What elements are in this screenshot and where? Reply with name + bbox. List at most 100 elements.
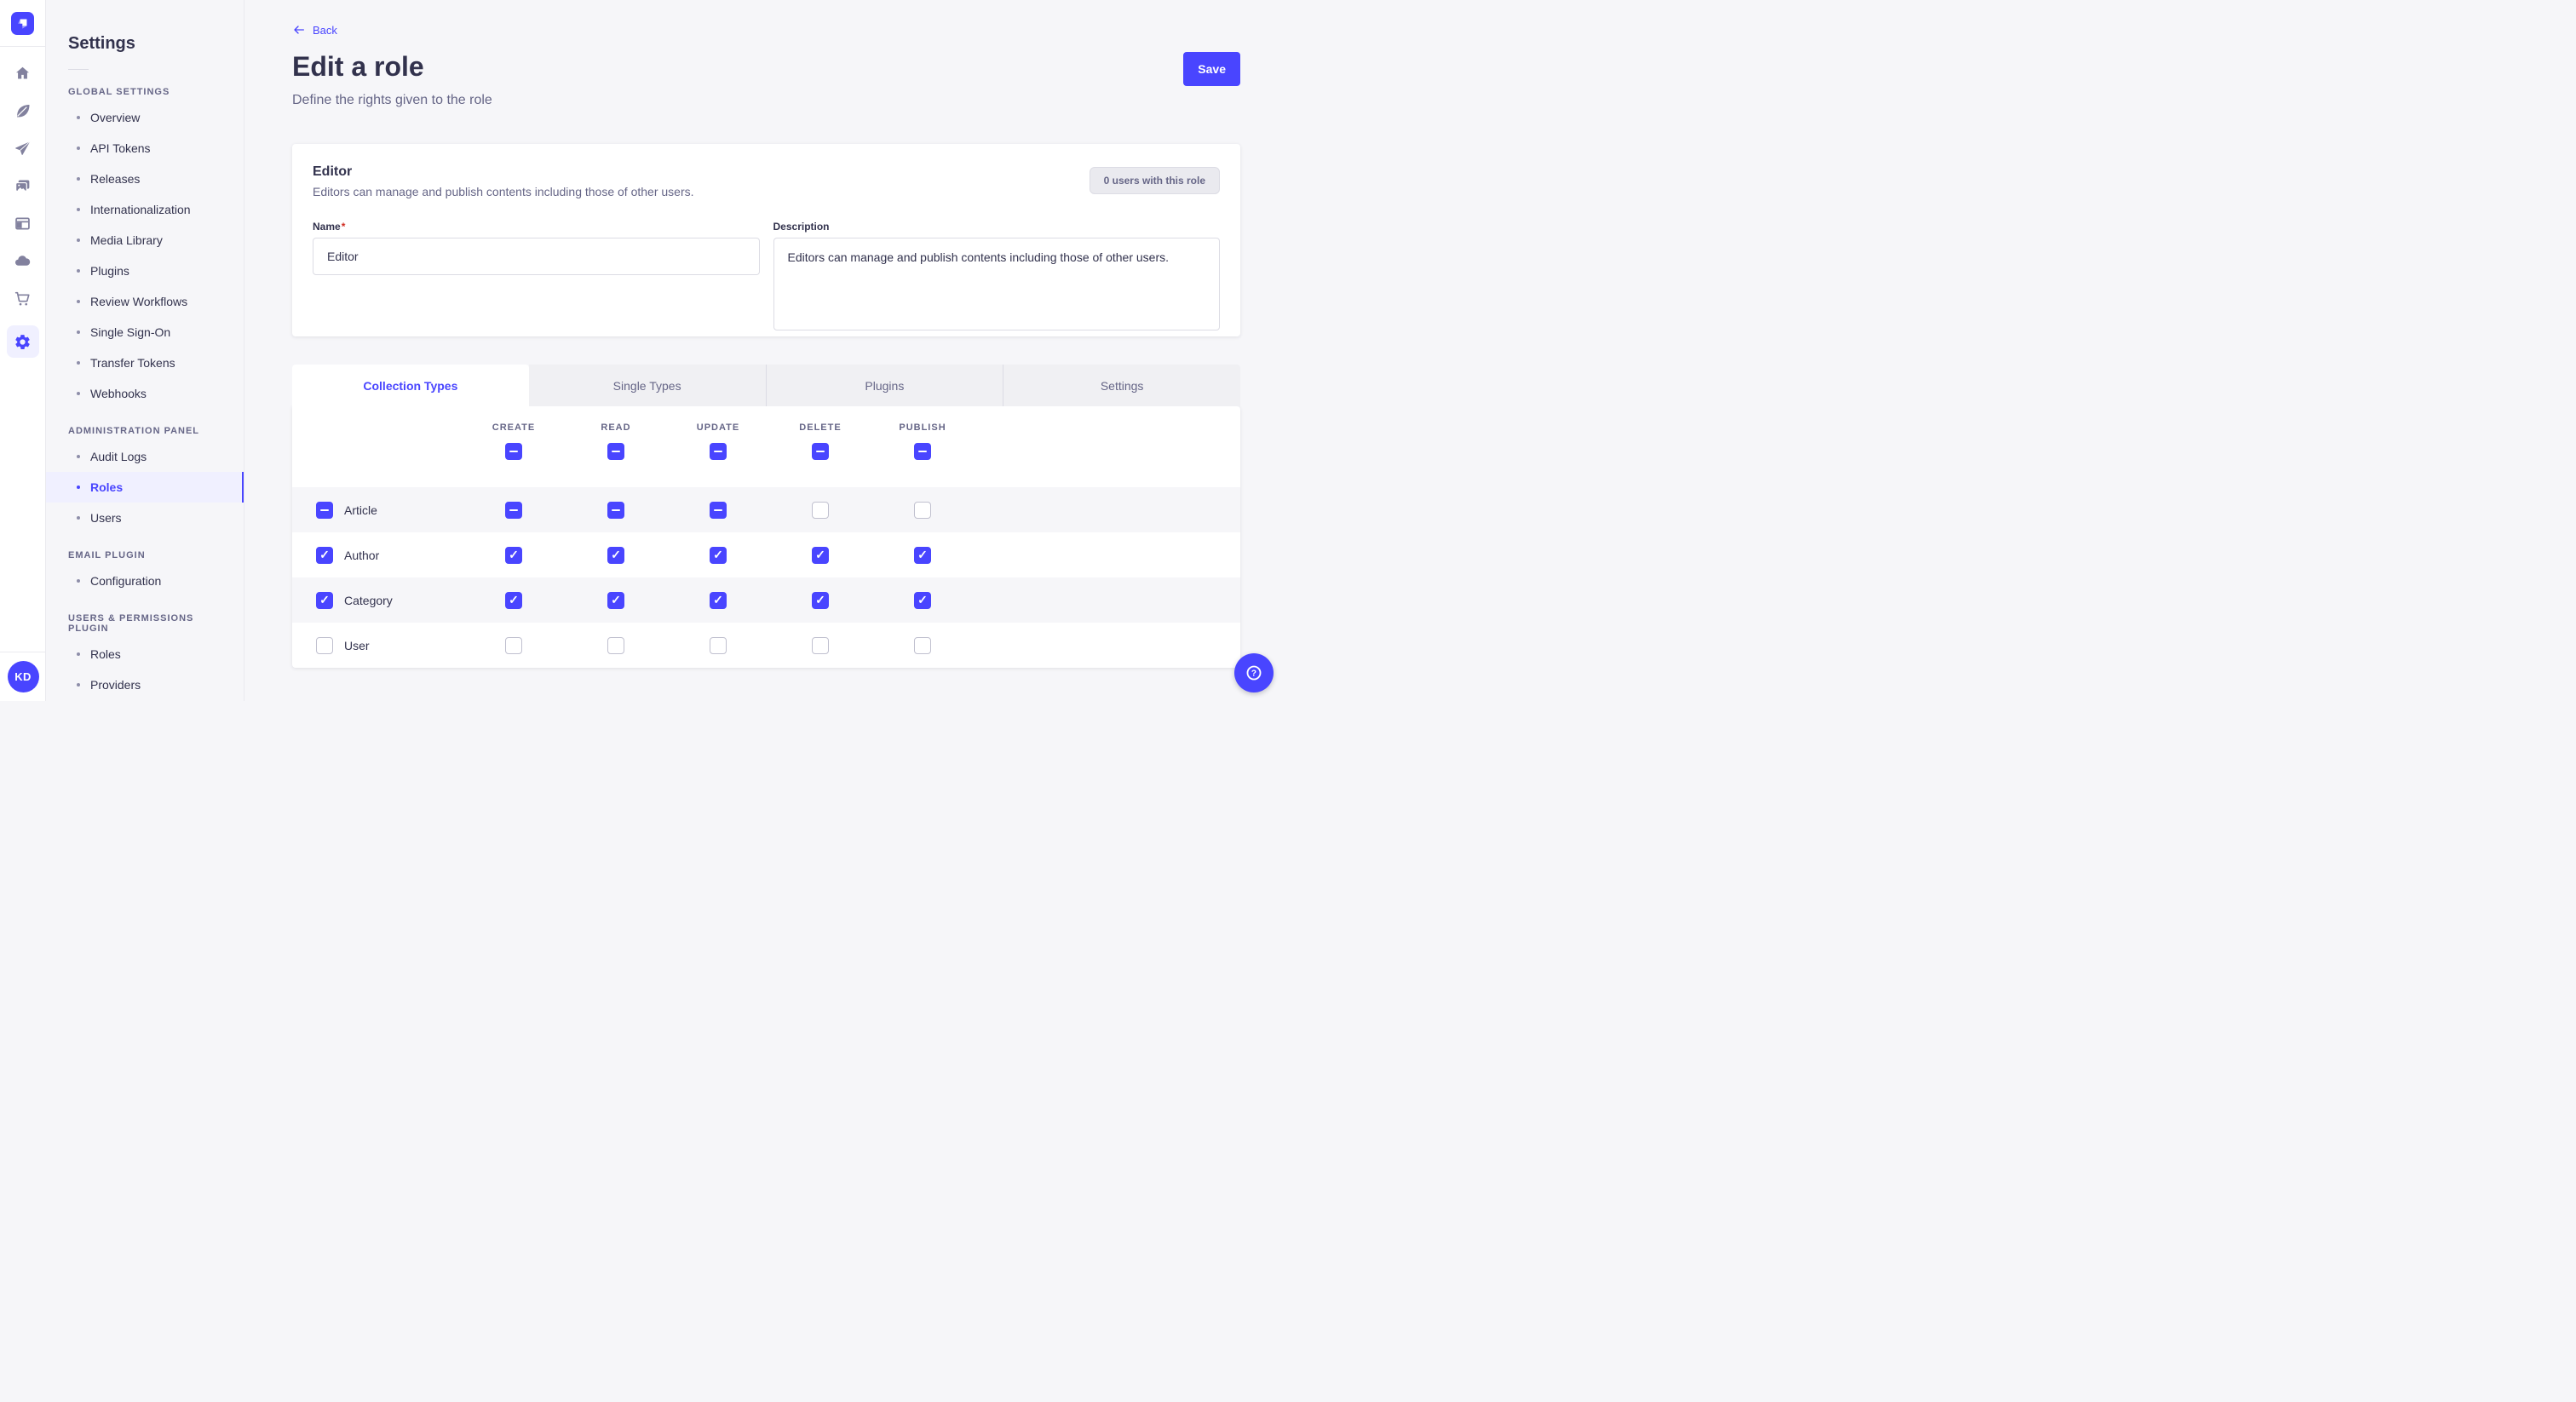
- row-checkbox[interactable]: [316, 502, 333, 519]
- article-read-checkbox[interactable]: [607, 502, 624, 519]
- sidebar-item-label: Plugins: [90, 264, 129, 278]
- sidebar-item-overview[interactable]: Overview: [46, 102, 244, 133]
- sidebar-item-label: Providers: [90, 678, 141, 692]
- help-button[interactable]: ?: [1234, 653, 1274, 692]
- select-all-read-checkbox[interactable]: [607, 443, 624, 460]
- sidebar-item-label: Roles: [90, 480, 123, 494]
- media-library-icon[interactable]: [7, 175, 39, 196]
- row-checkbox[interactable]: [316, 592, 333, 609]
- tab-plugins[interactable]: Plugins: [766, 365, 1003, 406]
- sidebar-item-label: Users: [90, 511, 122, 525]
- sidebar-item-users[interactable]: Users: [46, 503, 244, 533]
- rail-divider: [0, 46, 46, 47]
- column-publish: PUBLISH: [871, 406, 974, 460]
- user-publish-checkbox[interactable]: [914, 637, 931, 654]
- strapi-logo-icon[interactable]: [11, 12, 34, 35]
- article-update-checkbox[interactable]: [710, 502, 727, 519]
- article-delete-checkbox[interactable]: [812, 502, 829, 519]
- sidebar-item-roles[interactable]: Roles: [46, 472, 244, 503]
- category-delete-checkbox[interactable]: [812, 592, 829, 609]
- name-input[interactable]: [313, 238, 760, 275]
- author-delete-checkbox[interactable]: [812, 547, 829, 564]
- paper-plane-icon[interactable]: [7, 138, 39, 158]
- gear-icon[interactable]: [7, 325, 39, 358]
- sidebar-item-label: Overview: [90, 111, 140, 124]
- sidebar-item-single-sign-on[interactable]: Single Sign-On: [46, 317, 244, 348]
- bullet-icon: [77, 177, 80, 181]
- category-publish-checkbox[interactable]: [914, 592, 931, 609]
- article-create-checkbox[interactable]: [505, 502, 522, 519]
- section-label: ADMINISTRATION PANEL: [46, 417, 244, 441]
- cart-icon[interactable]: [7, 288, 39, 308]
- sidebar-item-plugins[interactable]: Plugins: [46, 256, 244, 286]
- cloud-icon[interactable]: [7, 250, 39, 271]
- column-update: UPDATE: [667, 406, 769, 460]
- back-label: Back: [313, 24, 337, 37]
- category-create-checkbox[interactable]: [505, 592, 522, 609]
- home-icon[interactable]: [7, 63, 39, 83]
- sidebar-item-audit-logs[interactable]: Audit Logs: [46, 441, 244, 472]
- user-create-checkbox[interactable]: [505, 637, 522, 654]
- author-read-checkbox[interactable]: [607, 547, 624, 564]
- section-label: EMAIL PLUGIN: [46, 542, 244, 566]
- description-field-group: Description Editors can manage and publi…: [773, 221, 1221, 335]
- bullet-icon: [77, 330, 80, 334]
- tab-settings[interactable]: Settings: [1003, 365, 1240, 406]
- sidebar-item-api-tokens[interactable]: API Tokens: [46, 133, 244, 164]
- users-with-role-badge[interactable]: 0 users with this role: [1090, 167, 1220, 194]
- user-update-checkbox[interactable]: [710, 637, 727, 654]
- description-label: Description: [773, 221, 1221, 233]
- user-read-checkbox[interactable]: [607, 637, 624, 654]
- permissions-header-row: CREATE READ UPDATE DELETE PUBLISH: [292, 406, 1240, 487]
- author-create-checkbox[interactable]: [505, 547, 522, 564]
- table-row-user: User: [292, 623, 1240, 668]
- select-all-update-checkbox[interactable]: [710, 443, 727, 460]
- user-delete-checkbox[interactable]: [812, 637, 829, 654]
- page-title: Edit a role: [292, 52, 424, 82]
- column-create: CREATE: [463, 406, 565, 460]
- select-all-delete-checkbox[interactable]: [812, 443, 829, 460]
- role-title: Editor: [313, 164, 1220, 180]
- sidebar-item-configuration[interactable]: Configuration: [46, 566, 244, 596]
- tab-single-types[interactable]: Single Types: [529, 365, 766, 406]
- category-update-checkbox[interactable]: [710, 592, 727, 609]
- sidebar-item-media-library[interactable]: Media Library: [46, 225, 244, 256]
- column-delete: DELETE: [769, 406, 871, 460]
- article-publish-checkbox[interactable]: [914, 502, 931, 519]
- layout-icon[interactable]: [7, 213, 39, 233]
- bullet-icon: [77, 652, 80, 656]
- save-button[interactable]: Save: [1183, 52, 1240, 86]
- column-read: READ: [565, 406, 667, 460]
- sidebar-item-review-workflows[interactable]: Review Workflows: [46, 286, 244, 317]
- row-label: Article: [344, 503, 377, 517]
- bullet-icon: [77, 486, 80, 489]
- section-label: USERS & PERMISSIONS PLUGIN: [46, 605, 244, 639]
- avatar[interactable]: KD: [8, 661, 39, 692]
- select-all-publish-checkbox[interactable]: [914, 443, 931, 460]
- author-update-checkbox[interactable]: [710, 547, 727, 564]
- bullet-icon: [77, 238, 80, 242]
- sidebar-item-up-roles[interactable]: Roles: [46, 639, 244, 669]
- sidebar-section-global-settings: GLOBAL SETTINGS Overview API Tokens Rele…: [46, 78, 244, 409]
- table-row-author: Author: [292, 532, 1240, 577]
- description-input[interactable]: Editors can manage and publish contents …: [773, 238, 1221, 330]
- feather-icon[interactable]: [7, 101, 39, 121]
- author-publish-checkbox[interactable]: [914, 547, 931, 564]
- select-all-create-checkbox[interactable]: [505, 443, 522, 460]
- sidebar-item-transfer-tokens[interactable]: Transfer Tokens: [46, 348, 244, 378]
- category-read-checkbox[interactable]: [607, 592, 624, 609]
- table-row-article: Article: [292, 487, 1240, 532]
- row-checkbox[interactable]: [316, 547, 333, 564]
- tab-collection-types[interactable]: Collection Types: [292, 365, 529, 406]
- sidebar-item-releases[interactable]: Releases: [46, 164, 244, 194]
- page-subtitle: Define the rights given to the role: [292, 93, 1240, 108]
- sidebar-item-providers[interactable]: Providers: [46, 669, 244, 700]
- sidebar-item-webhooks[interactable]: Webhooks: [46, 378, 244, 409]
- sidebar-section-users-permissions-plugin: USERS & PERMISSIONS PLUGIN Roles Provide…: [46, 605, 244, 700]
- icon-rail: KD: [0, 0, 46, 701]
- sidebar-item-internationalization[interactable]: Internationalization: [46, 194, 244, 225]
- row-checkbox[interactable]: [316, 637, 333, 654]
- row-label: Author: [344, 549, 379, 562]
- back-link[interactable]: Back: [292, 23, 337, 37]
- name-label: Name*: [313, 221, 760, 233]
